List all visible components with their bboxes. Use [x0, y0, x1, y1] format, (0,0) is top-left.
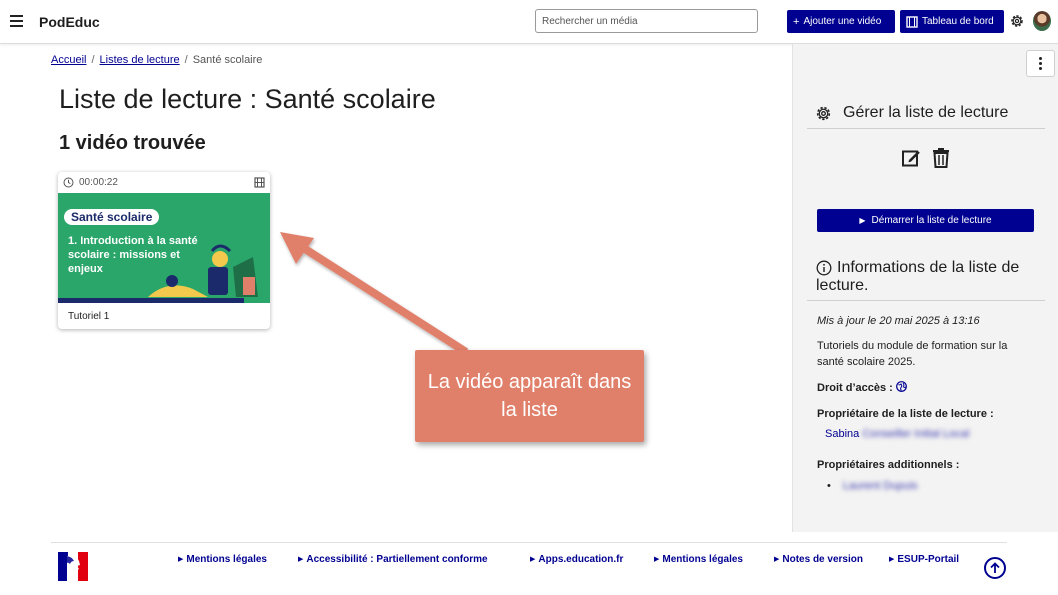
trash-icon[interactable] — [931, 147, 951, 168]
divider — [807, 128, 1045, 129]
footer-link-apps[interactable]: Apps.education.fr — [530, 554, 623, 565]
footer-link-release-notes[interactable]: Notes de version — [774, 554, 863, 565]
kebab-dot — [1039, 57, 1042, 60]
clock-icon — [63, 177, 74, 188]
thumbnail-tag: Santé scolaire — [64, 209, 160, 225]
play-icon: ▶ — [859, 216, 866, 225]
video-card[interactable]: 00:00:22 Santé scolaire 1. Introduction … — [58, 172, 270, 329]
add-video-button[interactable]: + Ajouter une vidéo — [787, 10, 895, 33]
additional-owner-name-blurred: Laurent Dupuis — [842, 480, 918, 492]
start-playlist-label: Démarrer la liste de lecture — [871, 215, 992, 226]
search-input[interactable] — [535, 9, 758, 33]
owner-name[interactable]: Sabina Conseiller Initial Local — [825, 426, 969, 442]
kebab-dot — [1039, 67, 1042, 70]
owner-first-name: Sabina — [825, 428, 860, 440]
film-icon — [254, 177, 265, 188]
breadcrumb-lists-link[interactable]: Listes de lecture — [100, 54, 180, 66]
breadcrumb-separator: / — [184, 54, 188, 66]
footer-link-esup[interactable]: ESUP-Portail — [889, 554, 959, 565]
menu-icon[interactable] — [10, 15, 23, 27]
thumbnail-illustration — [148, 244, 258, 297]
breadcrumb-current: Santé scolaire — [192, 54, 263, 66]
kebab-dot — [1039, 62, 1042, 65]
bullet: • — [827, 480, 831, 492]
add-video-label: Ajouter une vidéo — [803, 16, 882, 27]
video-count: 1 vidéo trouvée — [59, 132, 206, 154]
plus-icon: + — [793, 15, 800, 28]
owner-last-name-blurred: Conseiller Initial Local — [862, 428, 970, 440]
access-rights-label: Droit d’accès : — [817, 382, 893, 394]
additional-owner-item[interactable]: • Laurent Dupuis — [827, 478, 917, 494]
film-icon — [906, 15, 918, 28]
annotation-callout: La vidéo apparaît dans la liste — [415, 350, 644, 442]
playlist-description: Tutoriels du module de formation sur la … — [817, 340, 1008, 368]
video-title[interactable]: Tutoriel 1 — [68, 311, 109, 322]
footer-divider — [51, 542, 1007, 543]
breadcrumb-separator: / — [91, 54, 95, 66]
access-rights: Droit d’accès : — [817, 380, 907, 396]
gear-icon[interactable] — [1009, 13, 1025, 29]
edit-icon[interactable] — [901, 148, 921, 168]
footer-link-legal[interactable]: Mentions légales — [178, 554, 267, 565]
breadcrumb-home-link[interactable]: Accueil — [51, 54, 86, 66]
footer-link-legal-2[interactable]: Mentions légales — [654, 554, 743, 565]
video-card-header: 00:00:22 — [58, 172, 270, 193]
brand-logo[interactable]: PodEduc — [39, 14, 100, 30]
playlist-info-title: Informations de la liste de lecture. — [816, 259, 1020, 294]
back-to-top-button[interactable] — [984, 557, 1006, 579]
updated-date: Mis à jour le 20 mai 2025 à 13:16 — [817, 315, 980, 327]
manage-playlist-title: Gérer la liste de lecture — [843, 104, 1009, 121]
owner-label: Propriétaire de la liste de lecture : — [817, 408, 994, 420]
globe-icon — [895, 381, 907, 392]
thumbnail-progress-bar — [58, 298, 244, 303]
breadcrumb: Accueil / Listes de lecture / Santé scolaire — [51, 54, 262, 66]
page-title: Liste de lecture : Santé scolaire — [59, 84, 436, 114]
additional-owners-label: Propriétaires additionnels : — [817, 459, 960, 471]
video-duration: 00:00:22 — [79, 177, 118, 188]
arrow-up-icon — [990, 562, 1000, 573]
marianne-logo[interactable] — [58, 552, 88, 581]
top-navbar: PodEduc + Ajouter une vidéo Tableau de b… — [0, 0, 1058, 44]
divider — [807, 300, 1045, 301]
gear-icon — [816, 106, 831, 121]
video-thumbnail[interactable]: Santé scolaire 1. Introduction à la sant… — [58, 193, 270, 303]
dashboard-label: Tableau de bord — [922, 16, 994, 27]
start-playlist-button[interactable]: ▶ Démarrer la liste de lecture — [817, 209, 1034, 232]
more-options-button[interactable] — [1026, 50, 1055, 77]
dashboard-button[interactable]: Tableau de bord — [900, 10, 1004, 33]
avatar[interactable] — [1033, 11, 1051, 31]
footer-link-accessibility[interactable]: Accessibilité : Partiellement conforme — [298, 554, 487, 565]
